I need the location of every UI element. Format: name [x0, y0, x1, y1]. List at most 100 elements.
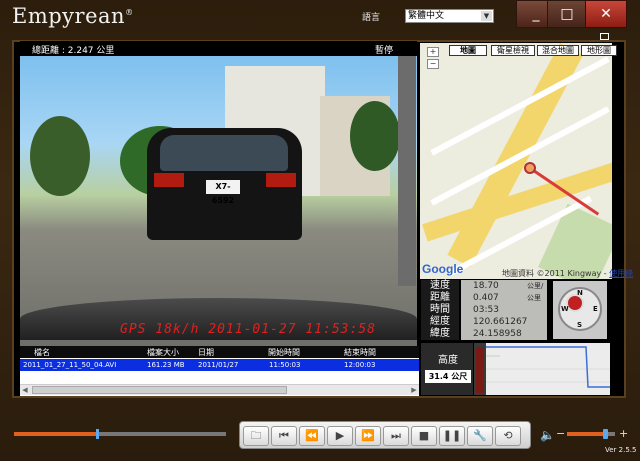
car-window — [160, 135, 288, 171]
altitude-label: 高度 — [438, 355, 458, 366]
vehicle-marker-icon — [524, 162, 536, 174]
map-view[interactable] — [420, 43, 612, 279]
column-header-size[interactable]: 檔案大小 — [147, 347, 179, 358]
column-header-end[interactable]: 結束時間 — [344, 347, 376, 358]
maximize-button[interactable]: □ — [547, 0, 587, 28]
playback-status-label: 暫停 — [375, 46, 394, 56]
skip-forward-icon: ⏭ — [391, 429, 401, 442]
file-end-time: 12:00:03 — [344, 361, 376, 369]
altitude-chart-graphic — [474, 343, 610, 395]
telemetry-row-time: 時間 03:53 — [421, 304, 549, 316]
stop-button[interactable]: ■ — [411, 426, 437, 446]
scrollbar-thumb[interactable] — [32, 386, 287, 394]
zoom-in-button[interactable]: + — [427, 47, 439, 57]
telemetry-label: 距離 — [421, 292, 459, 304]
title-bar: Empyrean® 語言 繁體中文 ▼ _ □ ✕ — [0, 0, 640, 34]
map-zoom-control: + − — [427, 47, 441, 97]
repeat-button[interactable]: ⟲ — [495, 426, 521, 446]
altitude-value: 31.4 公尺 — [425, 370, 471, 383]
pause-button[interactable]: ❚❚ — [439, 426, 465, 446]
telemetry-label: 時間 — [421, 304, 459, 316]
volume-slider[interactable] — [567, 429, 615, 439]
google-logo: Google — [422, 262, 464, 276]
progress-fill — [14, 432, 97, 436]
tab-hybrid[interactable]: 混合地圖 — [537, 45, 579, 56]
brand-logo: Empyrean® — [12, 4, 134, 28]
tab-terrain[interactable]: 地形圖 — [581, 45, 617, 56]
gps-overlay-text: GPS 18k/h 2011-01-27 11:53:58 — [120, 322, 376, 337]
telemetry-row-latitude: 緯度 24.158958 — [421, 328, 549, 340]
telemetry-value: 0.407 公里 — [461, 292, 547, 304]
file-size: 161.23 MB — [147, 361, 185, 369]
repeat-icon: ⟲ — [503, 429, 513, 442]
telemetry-row-speed: 速度 18.70公里/小時 — [421, 280, 549, 302]
volume-handle[interactable] — [603, 429, 609, 439]
fast-forward-icon: ⏩ — [361, 429, 375, 442]
wrench-icon: 🔧 — [473, 429, 487, 442]
license-plate: X7-6592 — [206, 180, 240, 205]
column-header-date[interactable]: 日期 — [198, 347, 214, 358]
language-select[interactable]: 繁體中文 ▼ — [405, 9, 494, 23]
speaker-icon[interactable]: 🔈 — [540, 428, 555, 442]
altitude-chart — [474, 343, 610, 395]
volume-down-button[interactable]: − — [556, 427, 565, 440]
mini-mode-icon[interactable] — [600, 33, 609, 40]
compass-north: N — [577, 289, 583, 297]
skip-to-start-button[interactable]: ⏮ — [271, 426, 297, 446]
video-player[interactable]: X7-6592 GPS 18k/h 2011-01-27 11:53:58 — [20, 56, 417, 346]
total-distance-label: 總距離 : 2.247 公里 — [32, 46, 115, 56]
column-header-start[interactable]: 開始時間 — [268, 347, 300, 358]
file-name: 2011_01_27_11_50_04.AVI — [23, 361, 117, 369]
telemetry-label: 緯度 — [421, 328, 459, 340]
column-header-name[interactable]: 檔名 — [34, 347, 50, 358]
telemetry-value: 120.661267 — [461, 316, 547, 328]
utility-pole — [398, 56, 416, 286]
playback-progress-bar[interactable] — [14, 429, 226, 439]
progress-handle[interactable] — [95, 429, 99, 439]
telemetry-label: 經度 — [421, 316, 459, 328]
stop-icon: ■ — [418, 429, 430, 442]
tree — [30, 116, 90, 196]
telemetry-row-longitude: 經度 120.661267 — [421, 316, 549, 328]
settings-button[interactable]: 🔧 — [467, 426, 493, 446]
close-button[interactable]: ✕ — [585, 0, 627, 28]
tail-light — [266, 173, 296, 187]
telemetry-label: 速度 — [421, 280, 459, 292]
chevron-down-icon[interactable]: ▼ — [481, 11, 492, 21]
skip-back-icon: ⏮ — [279, 429, 289, 442]
file-list-header: 檔名 檔案大小 日期 開始時間 結束時間 — [20, 346, 419, 358]
skip-to-end-button[interactable]: ⏭ — [383, 426, 409, 446]
version-label: Ver 2.5.5 — [605, 446, 637, 454]
language-label: 語言 — [362, 13, 381, 23]
fast-forward-button[interactable]: ⏩ — [355, 426, 381, 446]
app-window: Empyrean® 語言 繁體中文 ▼ _ □ ✕ 總距離 : 2.247 公里… — [0, 0, 640, 461]
compass-west: W — [561, 305, 569, 313]
tab-map[interactable]: 地圖 — [449, 45, 487, 56]
compass-south: S — [577, 321, 583, 329]
file-start-time: 11:50:03 — [269, 361, 301, 369]
folder-icon: 🗀 — [250, 429, 262, 442]
telemetry-row-distance: 距離 0.407 公里 — [421, 292, 549, 304]
table-row[interactable]: 2011_01_27_11_50_04.AVI 161.23 MB 2011/0… — [20, 359, 419, 371]
telemetry-value: 18.70公里/小時 — [461, 280, 547, 302]
volume-fill — [567, 432, 606, 436]
rewind-button[interactable]: ⏪ — [299, 426, 325, 446]
compass: N S E W — [553, 281, 607, 339]
tail-light — [154, 173, 184, 187]
horizontal-scrollbar[interactable]: ◀ ▶ — [20, 384, 419, 395]
telemetry-value: 03:53 — [461, 304, 547, 316]
volume-up-button[interactable]: + — [619, 427, 628, 440]
rewind-icon: ⏪ — [305, 429, 319, 442]
play-icon: ▶ — [335, 429, 345, 442]
tree — [350, 101, 400, 171]
tab-satellite[interactable]: 衛星檢視 — [491, 45, 535, 56]
playback-controls: 🗀 ⏮ ⏪ ▶ ⏩ ⏭ ■ ❚❚ 🔧 ⟲ — [239, 421, 531, 449]
telemetry-value: 24.158958 — [461, 328, 547, 340]
zoom-out-button[interactable]: − — [427, 59, 439, 69]
scroll-left-icon[interactable]: ◀ — [20, 385, 30, 395]
open-folder-button[interactable]: 🗀 — [243, 426, 269, 446]
scroll-right-icon[interactable]: ▶ — [409, 385, 419, 395]
language-value: 繁體中文 — [408, 11, 445, 21]
play-button[interactable]: ▶ — [327, 426, 353, 446]
pause-icon: ❚❚ — [442, 429, 462, 442]
